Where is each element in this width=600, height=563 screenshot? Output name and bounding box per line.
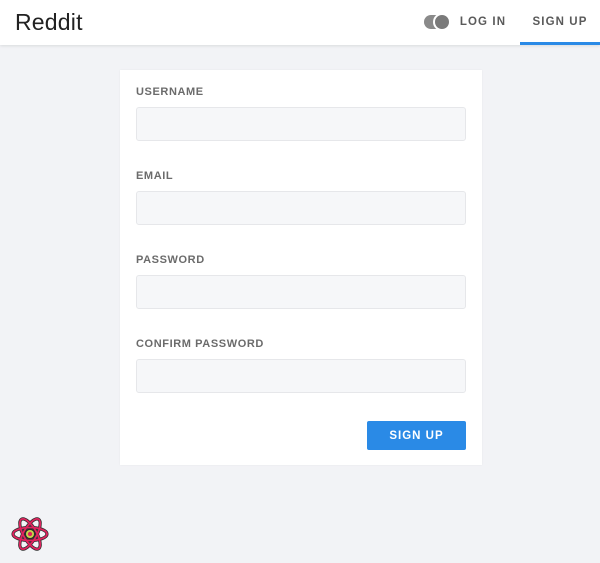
username-label: USERNAME	[136, 86, 204, 98]
toggle-knob	[433, 13, 451, 31]
email-label: EMAIL	[136, 170, 174, 182]
react-logo-svg	[11, 517, 49, 551]
signup-submit-button[interactable]: SIGN UP	[367, 421, 466, 450]
confirm-password-label: CONFIRM PASSWORD	[136, 338, 264, 350]
confirm-password-input[interactable]	[136, 359, 466, 393]
email-input[interactable]	[136, 191, 466, 225]
username-input[interactable]	[136, 107, 466, 141]
top-header: Reddit LOG IN SIGN UP	[0, 0, 600, 45]
react-devtools-icon[interactable]	[10, 514, 50, 554]
brand-logo[interactable]: Reddit	[15, 9, 83, 36]
login-link[interactable]: LOG IN	[458, 0, 508, 45]
signup-form: USERNAME EMAIL PASSWORD CONFIRM PASSWORD…	[120, 70, 482, 465]
signup-link[interactable]: SIGN UP	[520, 0, 600, 45]
password-input[interactable]	[136, 275, 466, 309]
password-label: PASSWORD	[136, 254, 205, 266]
theme-toggle[interactable]	[424, 13, 452, 33]
